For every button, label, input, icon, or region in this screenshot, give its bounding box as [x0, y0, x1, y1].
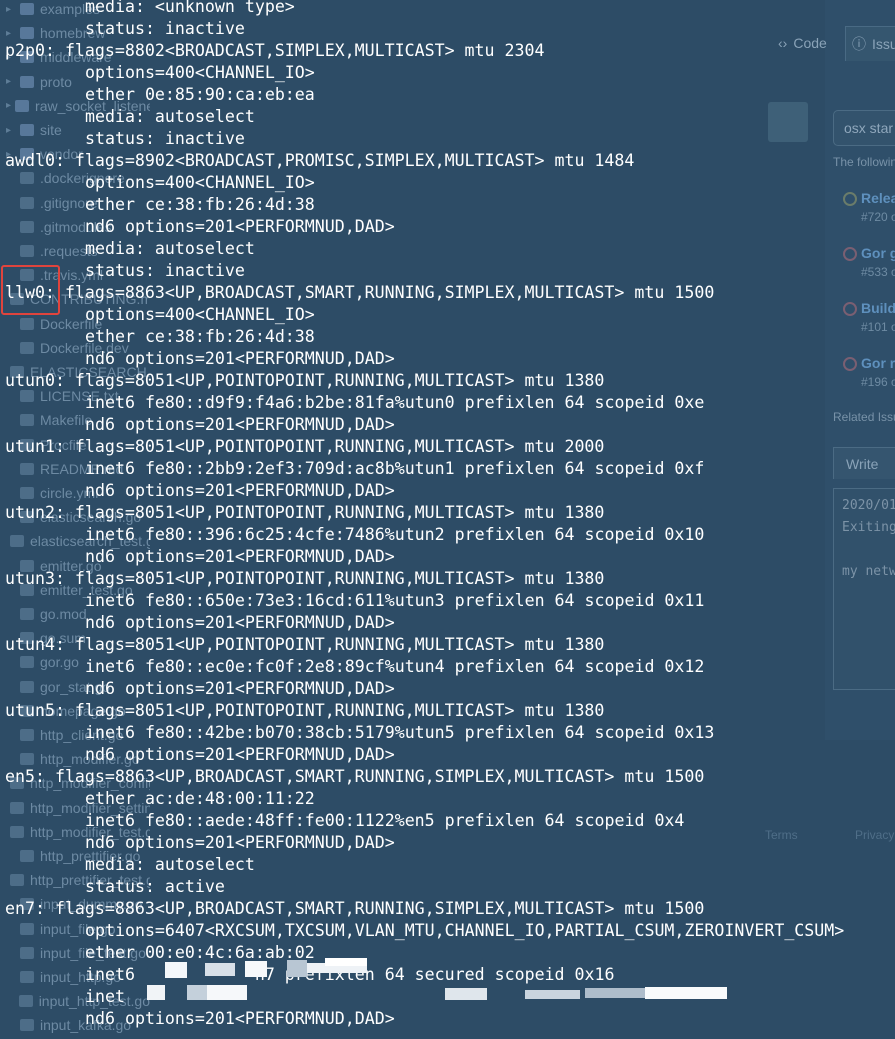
terminal-detail-line: inet6 fe80::2bb9:2ef3:709d:ac8b%utun1 pr…: [85, 459, 705, 478]
terminal-interface-line: utun1: flags=8051<UP,POINTOPOINT,RUNNING…: [5, 437, 605, 456]
terminal-detail-line: options=400<CHANNEL_IO>: [85, 63, 315, 82]
terminal-detail-line: media: autoselect: [85, 107, 255, 126]
terminal-detail-line: status: inactive: [85, 129, 245, 148]
terminal-detail-line: nd6 options=201<PERFORMNUD,DAD>: [85, 745, 395, 764]
terminal-detail-line: nd6 options=201<PERFORMNUD,DAD>: [85, 613, 395, 632]
redaction-block: [207, 985, 247, 1000]
redaction-block: [325, 958, 367, 966]
terminal-interface-line: awdl0: flags=8902<BROADCAST,PROMISC,SIMP…: [5, 151, 635, 170]
terminal-detail-line: status: inactive: [85, 261, 245, 280]
terminal-detail-line: inet6 fe80::d9f9:f4a6:b2be:81fa%utun0 pr…: [85, 393, 705, 412]
terminal-detail-line: ether 00:e0:4c:6a:ab:02: [85, 943, 315, 962]
redaction-block: [147, 985, 165, 1000]
terminal-interface-line: utun3: flags=8051<UP,POINTOPOINT,RUNNING…: [5, 569, 605, 588]
terminal-detail-line: ether 0e:85:90:ca:eb:ea: [85, 85, 315, 104]
terminal-detail-line: nd6 options=201<PERFORMNUD,DAD>: [85, 547, 395, 566]
redaction-block: [187, 985, 207, 1000]
highlight-box-llw0: [1, 265, 60, 315]
terminal-detail-line: status: inactive: [85, 19, 245, 38]
terminal-detail-line: ether ac:de:48:00:11:22: [85, 789, 315, 808]
terminal-detail-line: options=400<CHANNEL_IO>: [85, 173, 315, 192]
terminal-detail-line: nd6 options=201<PERFORMNUD,DAD>: [85, 1009, 395, 1028]
redaction-block: [165, 962, 187, 978]
terminal-detail-line: inet6 fe80::ec0e:fc0f:2e8:89cf%utun4 pre…: [85, 657, 705, 676]
terminal-detail-line: inet6 fe80::42be:b070:38cb:5179%utun5 pr…: [85, 723, 715, 742]
terminal-interface-line: utun4: flags=8051<UP,POINTOPOINT,RUNNING…: [5, 635, 605, 654]
redaction-block: [245, 961, 267, 977]
terminal-interface-line: en5: flags=8863<UP,BROADCAST,SMART,RUNNI…: [5, 767, 705, 786]
terminal-detail-line: media: <unknown type>: [85, 0, 295, 16]
terminal-interface-line: p2p0: flags=8802<BROADCAST,SIMPLEX,MULTI…: [5, 41, 545, 60]
terminal-detail-line: ether ce:38:fb:26:4d:38: [85, 195, 315, 214]
terminal-detail-line: inet: [85, 987, 125, 1006]
redaction-block: [445, 988, 487, 1000]
redaction-block: [287, 960, 307, 977]
redaction-block: [525, 990, 580, 999]
terminal-interface-line: en7: flags=8863<UP,BROADCAST,SMART,RUNNI…: [5, 899, 705, 918]
terminal-interface-line: utun0: flags=8051<UP,POINTOPOINT,RUNNING…: [5, 371, 605, 390]
redaction-block: [645, 987, 727, 999]
terminal-detail-line: options=6407<RXCSUM,TXCSUM,VLAN_MTU,CHAN…: [85, 921, 845, 940]
terminal-detail-line: nd6 options=201<PERFORMNUD,DAD>: [85, 833, 395, 852]
terminal-output: media: <unknown type> status: inactive p2p…: [0, 0, 895, 1039]
terminal-detail-line: status: active: [85, 877, 225, 896]
terminal-detail-line: inet6 fe80::650e:73e3:16cd:611%utun3 pre…: [85, 591, 705, 610]
redaction-block: [585, 988, 650, 998]
terminal-detail-line: ether ce:38:fb:26:4d:38: [85, 327, 315, 346]
redaction-block: [205, 963, 235, 976]
terminal-detail-line: nd6 options=201<PERFORMNUD,DAD>: [85, 679, 395, 698]
terminal-interface-line: utun5: flags=8051<UP,POINTOPOINT,RUNNING…: [5, 701, 605, 720]
terminal-detail-line: options=400<CHANNEL_IO>: [85, 305, 315, 324]
terminal-interface-line: utun2: flags=8051<UP,POINTOPOINT,RUNNING…: [5, 503, 605, 522]
terminal-detail-line: inet6 fe80::aede:48ff:fe00:1122%en5 pref…: [85, 811, 685, 830]
terminal-detail-line: nd6 options=201<PERFORMNUD,DAD>: [85, 349, 395, 368]
terminal-detail-line: inet6 fe80::396:6c25:4cfe:7486%utun2 pre…: [85, 525, 705, 544]
terminal-detail-line: media: autoselect: [85, 239, 255, 258]
terminal-detail-line: nd6 options=201<PERFORMNUD,DAD>: [85, 415, 395, 434]
terminal-interface-line: llw0: flags=8863<UP,BROADCAST,SMART,RUNN…: [5, 283, 715, 302]
terminal-detail-line: media: autoselect: [85, 855, 255, 874]
terminal-detail-line: nd6 options=201<PERFORMNUD,DAD>: [85, 217, 395, 236]
terminal-detail-line: nd6 options=201<PERFORMNUD,DAD>: [85, 481, 395, 500]
